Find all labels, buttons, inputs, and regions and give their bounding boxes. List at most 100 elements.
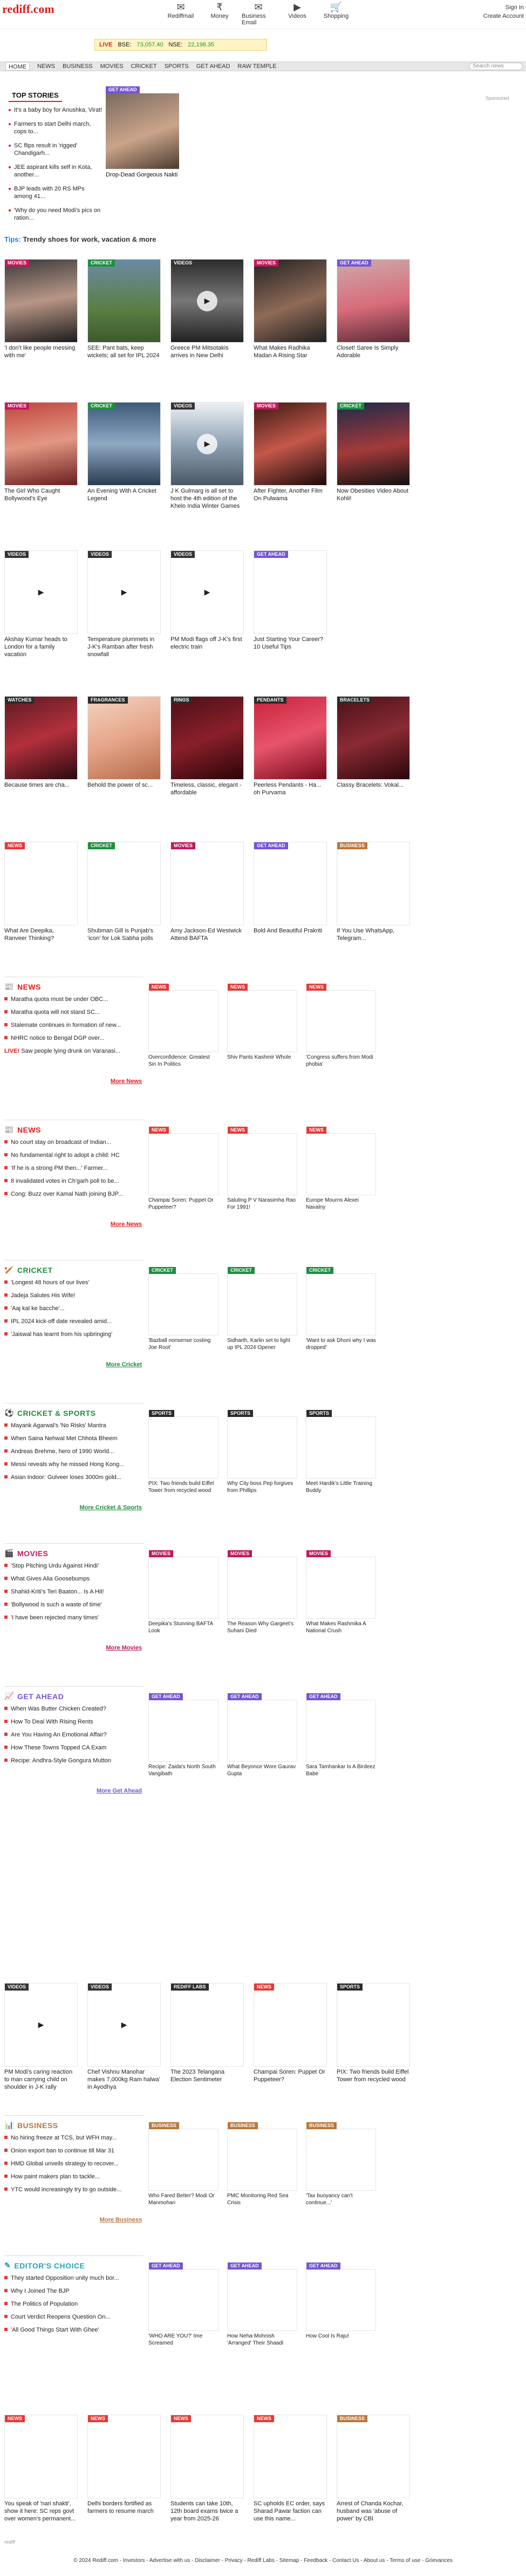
- movies-more-link[interactable]: More Movies: [106, 1645, 142, 1651]
- story-image[interactable]: NEWS: [170, 2415, 244, 2498]
- news1-more-link[interactable]: More News: [111, 1078, 142, 1085]
- story-image[interactable]: NEWS: [148, 1127, 218, 1195]
- news1-item[interactable]: Stalemate continues in formation of new.…: [4, 1021, 142, 1029]
- story-card[interactable]: NEWS Champai Soren: Puppet Or Puppeteer?: [254, 1983, 327, 2091]
- story-title[interactable]: Champai Soren: Puppet Or Puppeteer?: [254, 2068, 327, 2083]
- story-title[interactable]: Students can take 10th, 12th board exams…: [170, 2500, 244, 2523]
- story-image[interactable]: FRAGRANCES: [87, 696, 161, 780]
- story-card[interactable]: REDIFF LABS The 2023 Telangana Election S…: [170, 1983, 244, 2091]
- movies-item[interactable]: 'I have been rejected many times': [4, 1614, 142, 1621]
- story-image[interactable]: NEWS: [227, 984, 297, 1052]
- story-title[interactable]: Champai Soren: Puppet Or Puppeteer?: [148, 1197, 218, 1211]
- story-image[interactable]: BUSINESS: [148, 2122, 218, 2191]
- story-image[interactable]: NEWS: [254, 2415, 327, 2498]
- story-title[interactable]: 'Want to ask Dhoni why I was dropped': [306, 1337, 376, 1351]
- nav-money[interactable]: ₹ Money: [203, 1, 236, 26]
- story-title[interactable]: PMC Monitoring Red Sea Crisis: [227, 2192, 297, 2206]
- story-title[interactable]: PIX: Two friends build Eiffel Tower from…: [337, 2068, 410, 2083]
- story-card[interactable]: GET AHEAD How Neha-Mohnish 'Arranged' The…: [227, 2262, 297, 2347]
- movies-item[interactable]: 'Stop Pitching Urdu Against Hindi': [4, 1562, 142, 1570]
- menu-item-business[interactable]: BUSINESS: [63, 63, 93, 70]
- story-card[interactable]: GET AHEAD Bold And Beautiful Prakriti: [254, 842, 327, 942]
- top-story-item[interactable]: SC flips result in 'rigged' Chandigarh..…: [9, 142, 103, 157]
- cricsports-more-link[interactable]: More Cricket & Sports: [79, 1504, 142, 1511]
- story-card[interactable]: CRICKET 'Bazball nonsense costing Joe Roo…: [148, 1267, 218, 1351]
- featured-image[interactable]: [106, 93, 179, 169]
- story-card[interactable]: BUSINESS If You Use WhatsApp, Telegram...: [337, 842, 410, 942]
- story-image[interactable]: NEWS: [306, 984, 376, 1052]
- business-item[interactable]: YTC would increasingly try to go outside…: [4, 2186, 142, 2193]
- story-card[interactable]: NEWS Delhi borders fortified as farmers t…: [87, 2415, 161, 2523]
- story-card[interactable]: BUSINESS PMC Monitoring Red Sea Crisis: [227, 2122, 297, 2206]
- story-image[interactable]: GET AHEAD: [148, 1693, 218, 1762]
- story-title[interactable]: You speak of 'nari shakti', show it here…: [4, 2500, 78, 2523]
- news2-item[interactable]: 8 invalidated votes in Ch'garh poll to b…: [4, 1177, 142, 1185]
- story-image[interactable]: NEWS: [148, 984, 218, 1052]
- nav-business-email[interactable]: ✉ Business Email: [242, 1, 275, 26]
- cricsports-heading[interactable]: ⚽ CRICKET & SPORTS: [4, 1408, 142, 1418]
- story-card[interactable]: BUSINESS Who Fared Better? Modi Or Manmoh…: [148, 2122, 218, 2206]
- movies-heading[interactable]: 🎬 MOVIES: [4, 1549, 142, 1558]
- story-image[interactable]: GET AHEAD: [227, 2262, 297, 2331]
- business-item[interactable]: No hiring freeze at TCS, but WFH may...: [4, 2134, 142, 2142]
- story-card[interactable]: WATCHES Because times are cha...: [4, 696, 78, 796]
- cricket-more-link[interactable]: More Cricket: [106, 1361, 142, 1368]
- story-image[interactable]: CRICKET: [337, 402, 410, 486]
- rediff-logo[interactable]: rediff.com: [2, 2, 54, 16]
- search-input[interactable]: Search news: [469, 63, 523, 70]
- tips-banner[interactable]: Tips: Trendy shoes for work, vacation & …: [4, 235, 156, 243]
- business-more-link[interactable]: More Business: [100, 2217, 142, 2223]
- cricket-item[interactable]: 'Aaj kal ke bacche'...: [4, 1305, 142, 1312]
- story-image[interactable]: MOVIES: [4, 259, 78, 343]
- cricsports-item[interactable]: Asian Indoor: Gulveer loses 3000m gold..…: [4, 1474, 142, 1481]
- story-card[interactable]: BUSINESS Arrest of Chanda Kochar, husband…: [337, 2415, 410, 2523]
- story-image[interactable]: SPORTS: [337, 1983, 410, 2067]
- story-title[interactable]: 'Tax buoyancy can't continue...': [306, 2192, 376, 2206]
- story-image[interactable]: VIDEOS ▶: [170, 259, 244, 343]
- story-card[interactable]: GET AHEAD 'WHO ARE YOU?' Ime Screamed: [148, 2262, 218, 2347]
- story-card[interactable]: SPORTS PIX: Two friends build Eiffel Towe…: [148, 1410, 218, 1494]
- story-card[interactable]: VIDEOS ▶ PM Modi's caring reaction to man …: [4, 1983, 78, 2091]
- story-card[interactable]: NEWS SC upholds EC order, says Sharad Paw…: [254, 2415, 327, 2523]
- getahead-more-link[interactable]: More Get Ahead: [97, 1788, 142, 1794]
- story-title[interactable]: Recipe: Zaida's North South Vangibath: [148, 1763, 218, 1777]
- story-card[interactable]: MOVIES After Fighter, Another Film On Pul…: [254, 402, 327, 510]
- getahead-item[interactable]: How To Deal With Rising Rents: [4, 1718, 142, 1726]
- story-card[interactable]: GET AHEAD Sara Tamhankar Is A Birdeez Bab…: [306, 1693, 376, 1777]
- cricket-heading[interactable]: 🏏 CRICKET: [4, 1265, 142, 1275]
- story-title[interactable]: PM Modi's caring reaction to man carryin…: [4, 2068, 78, 2091]
- story-card[interactable]: MOVIES 'I don't like people messing with …: [4, 259, 78, 359]
- news1-item[interactable]: NHRC notice to Bengal DGP over...: [4, 1034, 142, 1042]
- menu-item-sports[interactable]: SPORTS: [165, 63, 189, 70]
- editor-heading[interactable]: ✎ EDITOR'S CHOICE: [4, 2261, 142, 2270]
- news2-item[interactable]: 'If he is a strong PM then...' Farmer...: [4, 1164, 142, 1172]
- story-title[interactable]: The Girl Who Caught Bollywood's Eye: [4, 487, 78, 502]
- story-image[interactable]: GET AHEAD: [148, 2262, 218, 2331]
- top-story-item[interactable]: 'Why do you need Modi's pics on ration..…: [9, 207, 103, 222]
- story-image[interactable]: BRACELETS: [337, 696, 410, 780]
- story-card[interactable]: NEWS Europe Mourns Alexei Navalny: [306, 1127, 376, 1211]
- story-image[interactable]: MOVIES: [170, 842, 244, 925]
- story-card[interactable]: MOVIES Deepika's Stunning BAFTA Look: [148, 1550, 218, 1634]
- editor-item[interactable]: They started Opposition unity much bor..…: [4, 2274, 142, 2282]
- story-image[interactable]: GET AHEAD: [227, 1693, 297, 1762]
- market-ticker[interactable]: LIVE BSE: 73,057.40 NSE: 22,198.35: [94, 39, 267, 51]
- story-title[interactable]: Shiv Pants Kashmir Whole: [227, 1054, 297, 1061]
- story-image[interactable]: MOVIES: [254, 259, 327, 343]
- business-item[interactable]: Onion export ban to continue till Mar 31: [4, 2147, 142, 2155]
- editor-item[interactable]: 'All Good Things Start With Ghee': [4, 2326, 142, 2334]
- sign-in-link[interactable]: Sign In: [483, 3, 524, 12]
- story-card[interactable]: NEWS What Are Deepika, Ranveer Thinking?: [4, 842, 78, 942]
- story-image[interactable]: SPORTS: [306, 1410, 376, 1478]
- story-image[interactable]: GET AHEAD: [254, 550, 327, 634]
- play-icon[interactable]: ▶: [114, 2014, 134, 2035]
- story-card[interactable]: SPORTS Why City boss Pep forgives from Ph…: [227, 1410, 297, 1494]
- story-image[interactable]: CRICKET: [87, 842, 161, 925]
- story-title[interactable]: Saluting P V Narasimha Rao For 1991!: [227, 1197, 297, 1211]
- story-title[interactable]: Meet Hardik's Little Training Buddy: [306, 1480, 376, 1494]
- getahead-heading[interactable]: 📈 GET AHEAD: [4, 1692, 142, 1701]
- cricsports-item[interactable]: When Saina Nehwal Met Chhota Bheem: [4, 1435, 142, 1442]
- story-card[interactable]: CRICKET Now Obesities Video About Kohli!: [337, 402, 410, 510]
- story-title[interactable]: 'I don't like people messing with me': [4, 344, 78, 359]
- story-image[interactable]: NEWS: [4, 842, 78, 925]
